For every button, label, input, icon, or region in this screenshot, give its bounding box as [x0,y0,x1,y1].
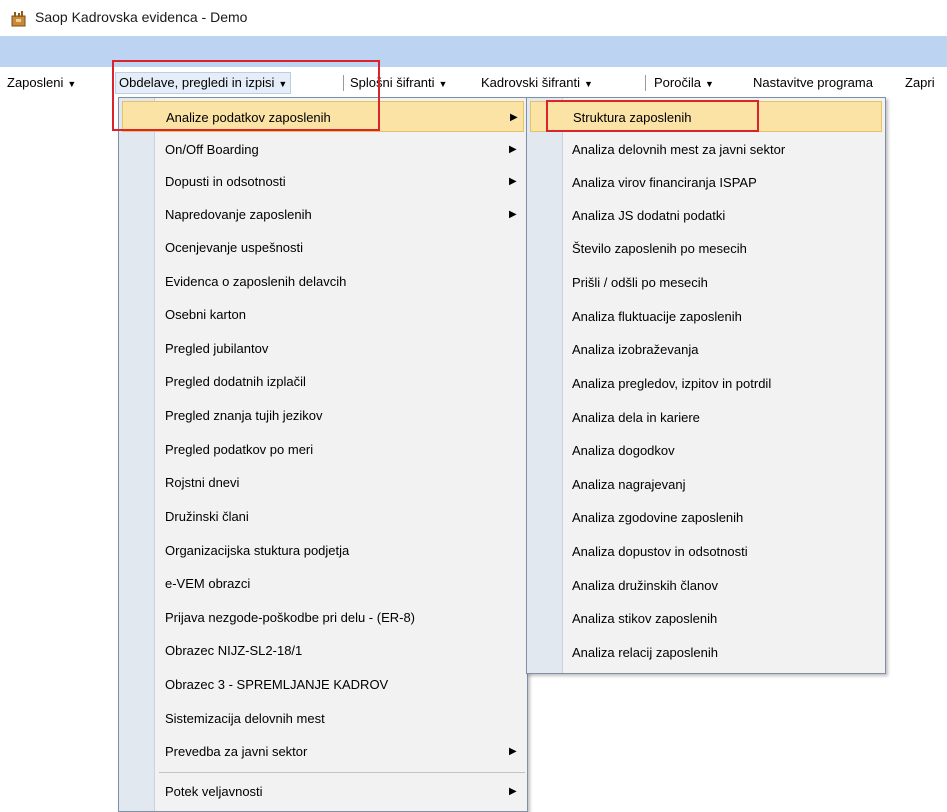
submenu-item-delo-kariera[interactable]: Analiza dela in kariere [527,402,885,433]
menu-item-rojstni-dnevi[interactable]: Rojstni dnevi [119,467,527,498]
menu-zaposleni[interactable]: Zaposleni ▼ [7,73,76,93]
submenu-item-druzinski-clani[interactable]: Analiza družinskih članov [527,570,885,601]
submenu-item-dogodki[interactable]: Analiza dogodkov [527,435,885,466]
menu-nastavitve[interactable]: Nastavitve programa [753,73,873,93]
menu-item-podatki-po-meri[interactable]: Pregled podatkov po meri [119,434,527,465]
submenu-item-js-dodatni[interactable]: Analiza JS dodatni podatki [527,200,885,231]
menu-zapri[interactable]: Zapri [905,73,935,93]
submenu-item-stevilo-po-mesecih[interactable]: Število zaposlenih po mesecih [527,233,885,264]
chevron-down-icon: ▼ [67,78,77,89]
menu-item-sistemizacija[interactable]: Sistemizacija delovnih mest [119,703,527,734]
menu-item-jubilanti[interactable]: Pregled jubilantov [119,333,527,364]
submenu-item-prisli-odsli[interactable]: Prišli / odšli po mesecih [527,267,885,298]
submenu-item-relacije[interactable]: Analiza relacij zaposlenih [527,637,885,668]
window-title: Saop Kadrovska evidenca - Demo [35,9,248,25]
menu-item-evidenca[interactable]: Evidenca o zaposlenih delavcih [119,266,527,297]
menu-item-osebni-karton[interactable]: Osebni karton [119,299,527,330]
chevron-right-icon: ▶ [509,209,517,220]
submenu-item-stiki[interactable]: Analiza stikov zaposlenih [527,603,885,634]
menu-item-ocenjevanje[interactable]: Ocenjevanje uspešnosti [119,232,527,263]
ribbon-band [0,36,947,67]
submenu-item-zgodovina[interactable]: Analiza zgodovine zaposlenih [527,502,885,533]
title-bar: Saop Kadrovska evidenca - Demo [0,0,947,36]
menu-separator [645,75,646,91]
submenu-item-fluktuacija[interactable]: Analiza fluktuacije zaposlenih [527,301,885,332]
menu-item-obrazec-3[interactable]: Obrazec 3 - SPREMLJANJE KADROV [119,669,527,700]
submenu-item-dopusti[interactable]: Analiza dopustov in odsotnosti [527,536,885,567]
menu-item-potek-veljavnosti[interactable]: Potek veljavnosti ▶ [119,776,527,807]
chevron-right-icon: ▶ [509,144,517,155]
menu-item-dodatna-izplacila[interactable]: Pregled dodatnih izplačil [119,366,527,397]
menu-item-org-struktura[interactable]: Organizacijska stuktura podjetja [119,535,527,566]
menu-bar: Zaposleni ▼ Obdelave, pregledi in izpisi ▼… [0,67,947,97]
app-icon [11,11,26,27]
chevron-right-icon: ▶ [509,746,517,757]
menu-porocila[interactable]: Poročila ▼ [654,73,714,93]
menu-item-dopusti[interactable]: Dopusti in odsotnosti ▶ [119,166,527,197]
menu-kadrovski-sifranti[interactable]: Kadrovski šifranti ▼ [481,73,593,93]
menu-item-prevedba[interactable]: Prevedba za javni sektor ▶ [119,736,527,767]
menu-item-nijz[interactable]: Obrazec NIJZ-SL2-18/1 [119,635,527,666]
chevron-right-icon: ▶ [510,112,518,123]
menu-item-evem[interactable]: e-VEM obrazci [119,568,527,599]
submenu-item-nagrajevanja[interactable]: Analiza nagrajevanj [527,469,885,500]
menu-item-analize-podatkov[interactable]: Analize podatkov zaposlenih ▶ [122,101,524,132]
main-dropdown-menu: Analize podatkov zaposlenih ▶ On/Off Boa… [118,97,528,812]
chevron-down-icon: ▼ [583,78,593,89]
menu-obdelave[interactable]: Obdelave, pregledi in izpisi ▼ [115,72,292,94]
menu-item-prijava-nezgode[interactable]: Prijava nezgode-poškodbe pri delu - (ER-… [119,602,527,633]
chevron-down-icon: ▼ [278,78,288,89]
chevron-down-icon: ▼ [438,78,448,89]
submenu-item-struktura[interactable]: Struktura zaposlenih [530,101,882,132]
menu-item-druzinski-clani[interactable]: Družinski člani [119,501,527,532]
submenu-analize: Struktura zaposlenih Analiza delovnih me… [526,97,886,674]
menu-item-napredovanje[interactable]: Napredovanje zaposlenih ▶ [119,199,527,230]
menu-separator [343,75,344,91]
submenu-item-izobrazevanje[interactable]: Analiza izobraževanja [527,334,885,365]
submenu-item-pregledi-izpiti[interactable]: Analiza pregledov, izpitov in potrdil [527,368,885,399]
chevron-down-icon: ▼ [704,78,714,89]
chevron-right-icon: ▶ [509,786,517,797]
chevron-right-icon: ▶ [509,176,517,187]
submenu-item-delovna-mesta[interactable]: Analiza delovnih mest za javni sektor [527,134,885,165]
menu-item-tuji-jeziki[interactable]: Pregled znanja tujih jezikov [119,400,527,431]
submenu-item-viri-financiranja[interactable]: Analiza virov financiranja ISPAP [527,167,885,198]
menu-divider [159,772,525,773]
menu-item-onoff-boarding[interactable]: On/Off Boarding ▶ [119,134,527,165]
menu-splosni-sifranti[interactable]: Splošni šifranti ▼ [350,73,447,93]
